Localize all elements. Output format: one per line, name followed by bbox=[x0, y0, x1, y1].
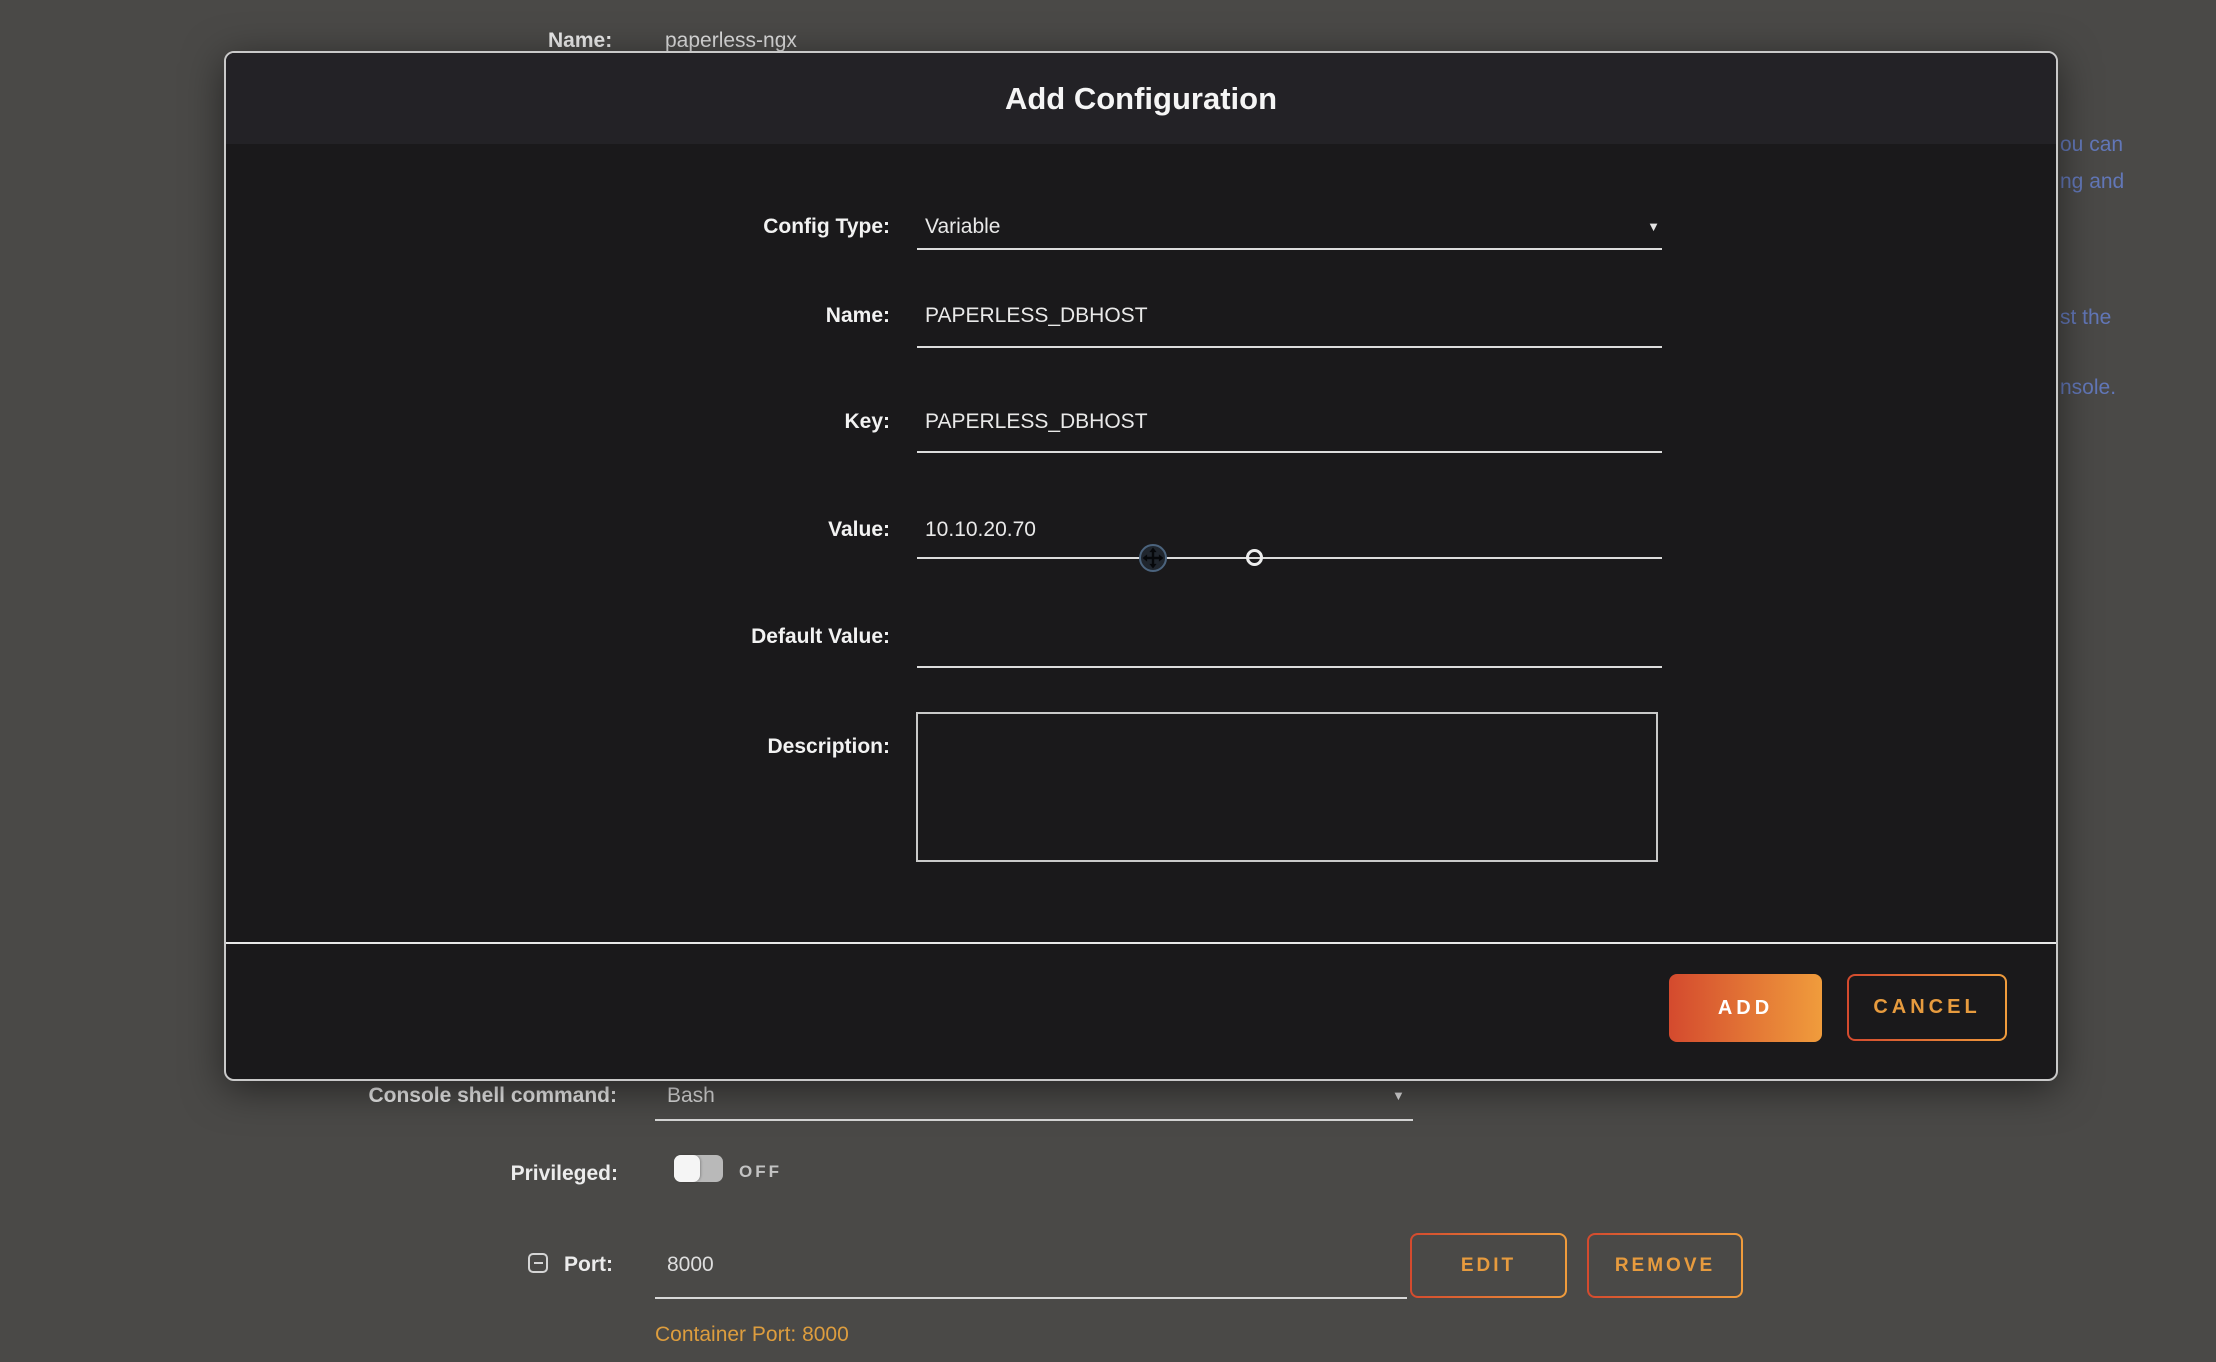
chevron-down-icon[interactable]: ▼ bbox=[1392, 1089, 1405, 1102]
console-shell-label: Console shell command: bbox=[150, 1083, 617, 1109]
console-shell-value: Bash bbox=[667, 1083, 715, 1109]
chevron-down-icon: ▼ bbox=[1647, 220, 1660, 233]
privileged-label: Privileged: bbox=[150, 1161, 618, 1187]
name-label: Name: bbox=[226, 303, 890, 329]
click-indicator-ring bbox=[1246, 549, 1263, 566]
edit-button[interactable]: EDIT bbox=[1410, 1233, 1567, 1298]
cancel-button[interactable]: CANCEL bbox=[1847, 974, 2007, 1041]
privileged-toggle[interactable] bbox=[674, 1155, 723, 1182]
remove-button[interactable]: REMOVE bbox=[1587, 1233, 1743, 1298]
config-type-label: Config Type: bbox=[226, 214, 890, 240]
default-value-label: Default Value: bbox=[226, 624, 890, 650]
toggle-knob bbox=[674, 1155, 700, 1182]
bg-clipped-text-2: ng and bbox=[2060, 170, 2124, 194]
config-type-value: Variable bbox=[917, 214, 1662, 240]
default-value-input[interactable] bbox=[917, 624, 1662, 650]
unraid-docker-edit-page: { "dialog": { "title": "Add Configuratio… bbox=[0, 0, 2216, 1362]
privileged-state: OFF bbox=[739, 1162, 782, 1182]
key-label: Key: bbox=[226, 409, 890, 435]
key-input[interactable] bbox=[917, 409, 1662, 435]
name-input[interactable] bbox=[917, 303, 1662, 329]
add-button[interactable]: ADD bbox=[1669, 974, 1822, 1042]
dialog-title: Add Configuration bbox=[226, 53, 2056, 144]
port-field-underline bbox=[655, 1297, 1407, 1299]
bg-clipped-text-3: st the bbox=[2060, 306, 2111, 330]
port-label: Port: bbox=[440, 1252, 613, 1278]
description-label: Description: bbox=[226, 734, 890, 760]
move-cursor-icon bbox=[1138, 543, 1168, 573]
value-input[interactable] bbox=[917, 517, 1662, 543]
config-type-select[interactable]: Variable ▼ bbox=[917, 214, 1662, 248]
container-port-note: Container Port: 8000 bbox=[655, 1322, 849, 1348]
console-shell-select[interactable] bbox=[655, 1119, 1413, 1121]
description-textarea[interactable] bbox=[916, 712, 1658, 862]
dialog-header: Add Configuration bbox=[226, 53, 2056, 144]
port-value: 8000 bbox=[667, 1252, 714, 1278]
value-label: Value: bbox=[226, 517, 890, 543]
bg-clipped-text-1: ou can bbox=[2060, 133, 2123, 157]
footer-divider bbox=[226, 942, 2056, 944]
bg-clipped-text-4: nsole. bbox=[2060, 376, 2116, 400]
